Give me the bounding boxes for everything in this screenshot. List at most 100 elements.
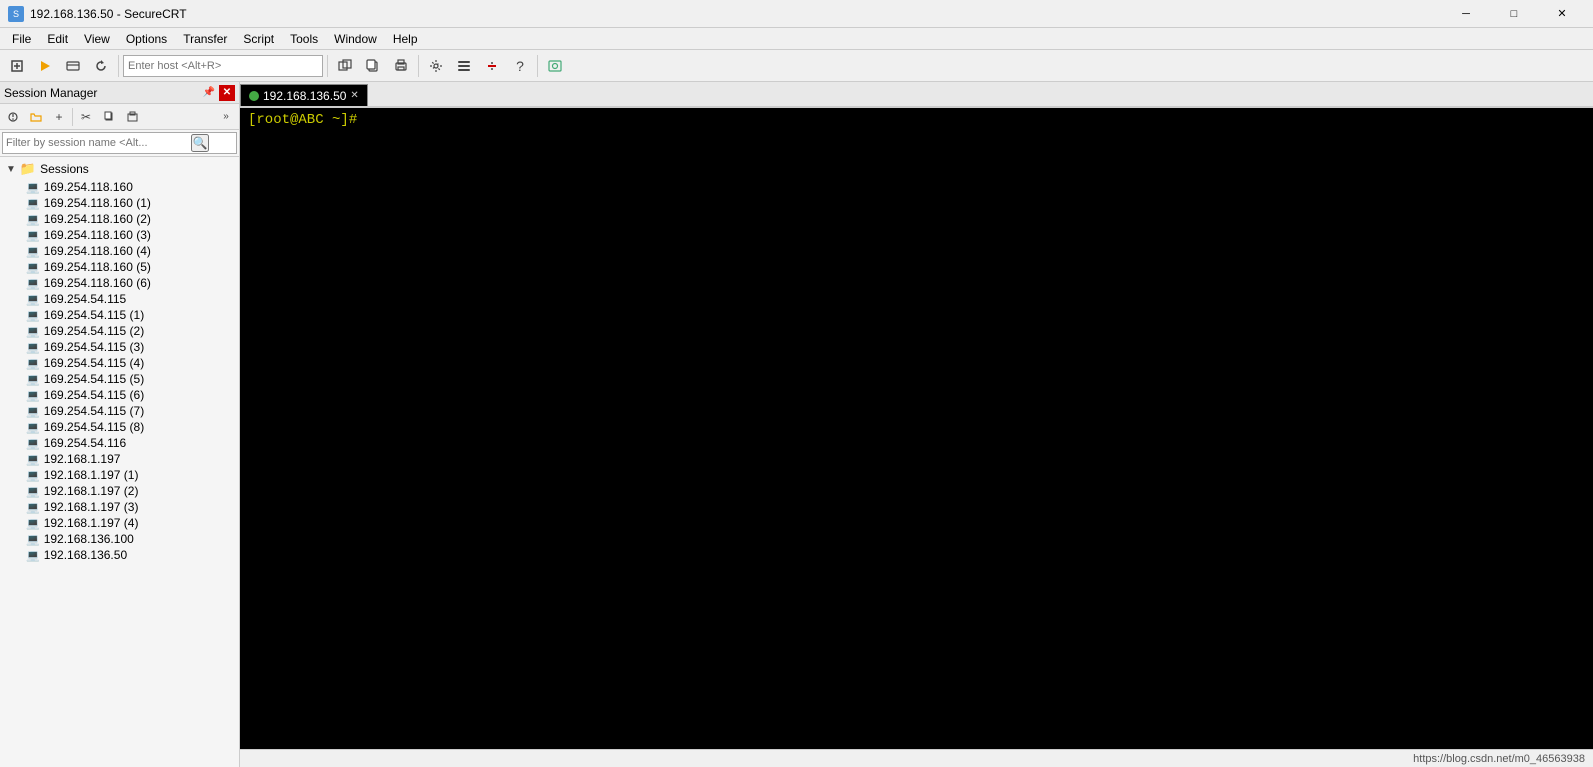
session-icon: 💻 xyxy=(26,389,40,402)
title-bar-controls: ─ □ ✕ xyxy=(1443,0,1585,28)
session-cut-button[interactable]: ✂ xyxy=(75,106,97,128)
session-list-item[interactable]: 💻169.254.54.115 (3) xyxy=(24,339,235,355)
session-list-item[interactable]: 💻192.168.1.197 (3) xyxy=(24,499,235,515)
menu-view[interactable]: View xyxy=(76,30,118,48)
sessions-root: ▼ 📁 Sessions 💻169.254.118.160💻169.254.11… xyxy=(0,157,239,565)
menu-bar: File Edit View Options Transfer Script T… xyxy=(0,28,1593,50)
session-icon: 💻 xyxy=(26,181,40,194)
content-area: 192.168.136.50 ✕ [root@ABC ~]# https://b… xyxy=(240,82,1593,767)
toolbar: ? xyxy=(0,50,1593,82)
session-list-item[interactable]: 💻169.254.54.115 (8) xyxy=(24,419,235,435)
session-list-item[interactable]: 💻169.254.54.115 xyxy=(24,291,235,307)
connect-bar-button[interactable] xyxy=(60,53,86,79)
disconnect-button[interactable] xyxy=(479,53,505,79)
session-list-item[interactable]: 💻169.254.118.160 (2) xyxy=(24,211,235,227)
session-folder-button[interactable] xyxy=(25,106,47,128)
tab-close-button[interactable]: ✕ xyxy=(350,90,358,101)
terminal-content[interactable]: [root@ABC ~]# xyxy=(240,108,1593,749)
minimize-button[interactable]: ─ xyxy=(1443,0,1489,28)
filter-input[interactable] xyxy=(6,137,191,149)
session-toolbar-separator xyxy=(72,108,73,126)
session-list-item[interactable]: 💻192.168.1.197 xyxy=(24,451,235,467)
screenshot-button[interactable] xyxy=(542,53,568,79)
window-title: 192.168.136.50 - SecureCRT xyxy=(30,7,187,21)
main-area: Session Manager 📌 ✕ + ✂ » xyxy=(0,82,1593,767)
session-list-item[interactable]: 💻169.254.118.160 (4) xyxy=(24,243,235,259)
session-icon: 💻 xyxy=(26,453,40,466)
maximize-button[interactable]: □ xyxy=(1491,0,1537,28)
clone-session-button[interactable] xyxy=(332,53,358,79)
toolbar-separator-3 xyxy=(418,55,419,77)
help-button[interactable]: ? xyxy=(507,53,533,79)
menu-tools[interactable]: Tools xyxy=(282,30,326,48)
session-icon: 💻 xyxy=(26,437,40,450)
session-icon: 💻 xyxy=(26,341,40,354)
settings-button[interactable] xyxy=(423,53,449,79)
session-list-item[interactable]: 💻169.254.54.116 xyxy=(24,435,235,451)
session-list-item[interactable]: 💻169.254.54.115 (7) xyxy=(24,403,235,419)
close-panel-button[interactable]: ✕ xyxy=(219,85,235,101)
app-icon: S xyxy=(8,6,24,22)
session-list-item[interactable]: 💻169.254.118.160 xyxy=(24,179,235,195)
session-copy-button[interactable] xyxy=(98,106,120,128)
session-list-item[interactable]: 💻169.254.118.160 (6) xyxy=(24,275,235,291)
session-list-item[interactable]: 💻169.254.54.115 (5) xyxy=(24,371,235,387)
menu-transfer[interactable]: Transfer xyxy=(175,30,235,48)
session-icon: 💻 xyxy=(26,533,40,546)
menu-file[interactable]: File xyxy=(4,30,39,48)
session-icon: 💻 xyxy=(26,517,40,530)
session-list-item[interactable]: 💻169.254.54.115 (6) xyxy=(24,387,235,403)
session-icon: 💻 xyxy=(26,325,40,338)
session-list-item[interactable]: 💻169.254.54.115 (2) xyxy=(24,323,235,339)
tab-label: 192.168.136.50 xyxy=(263,89,346,103)
folder-icon: 📁 xyxy=(20,161,36,177)
menu-window[interactable]: Window xyxy=(326,30,385,48)
host-input[interactable] xyxy=(128,60,308,72)
print-button[interactable] xyxy=(388,53,414,79)
session-icon: 💻 xyxy=(26,405,40,418)
session-add-button[interactable]: + xyxy=(48,106,70,128)
status-bar: https://blog.csdn.net/m0_46563938 xyxy=(240,749,1593,767)
sessions-toolbar-button[interactable] xyxy=(451,53,477,79)
session-list-item[interactable]: 💻169.254.118.160 (1) xyxy=(24,195,235,211)
quick-connect-button[interactable] xyxy=(32,53,58,79)
active-tab[interactable]: 192.168.136.50 ✕ xyxy=(240,84,368,106)
pin-panel-button[interactable]: 📌 xyxy=(201,85,217,101)
session-icon: 💻 xyxy=(26,309,40,322)
session-toolbar: + ✂ » xyxy=(0,104,239,130)
title-bar: S 192.168.136.50 - SecureCRT ─ □ ✕ xyxy=(0,0,1593,28)
session-list-item[interactable]: 💻169.254.54.115 (1) xyxy=(24,307,235,323)
session-list-item[interactable]: 💻192.168.136.50 xyxy=(24,547,235,563)
close-button[interactable]: ✕ xyxy=(1539,0,1585,28)
filter-search-button[interactable]: 🔍 xyxy=(191,134,209,152)
session-icon: 💻 xyxy=(26,245,40,258)
session-list-item[interactable]: 💻169.254.118.160 (3) xyxy=(24,227,235,243)
host-input-container[interactable] xyxy=(123,55,323,77)
session-panel-expand-button[interactable]: » xyxy=(215,106,237,128)
new-session-button[interactable] xyxy=(4,53,30,79)
session-list-item[interactable]: 💻192.168.1.197 (4) xyxy=(24,515,235,531)
session-link-button[interactable] xyxy=(2,106,24,128)
copy-button[interactable] xyxy=(360,53,386,79)
session-list-item[interactable]: 💻169.254.54.115 (4) xyxy=(24,355,235,371)
session-list-item[interactable]: 💻192.168.1.197 (2) xyxy=(24,483,235,499)
filter-area: 🔍 xyxy=(0,130,239,157)
session-paste-button[interactable] xyxy=(121,106,143,128)
session-panel: Session Manager 📌 ✕ + ✂ » xyxy=(0,82,240,767)
session-list-item[interactable]: 💻169.254.118.160 (5) xyxy=(24,259,235,275)
toolbar-separator-4 xyxy=(537,55,538,77)
terminal-area[interactable]: [root@ABC ~]# xyxy=(240,108,1593,749)
sessions-root-item[interactable]: ▼ 📁 Sessions xyxy=(4,159,235,179)
menu-help[interactable]: Help xyxy=(385,30,426,48)
session-list-item[interactable]: 💻192.168.1.197 (1) xyxy=(24,467,235,483)
toolbar-separator-2 xyxy=(327,55,328,77)
session-icon: 💻 xyxy=(26,485,40,498)
reconnect-button[interactable] xyxy=(88,53,114,79)
menu-options[interactable]: Options xyxy=(118,30,175,48)
session-list-item[interactable]: 💻192.168.136.100 xyxy=(24,531,235,547)
status-url: https://blog.csdn.net/m0_46563938 xyxy=(1413,753,1585,765)
session-icon: 💻 xyxy=(26,293,40,306)
menu-script[interactable]: Script xyxy=(235,30,282,48)
menu-edit[interactable]: Edit xyxy=(39,30,76,48)
session-icon: 💻 xyxy=(26,373,40,386)
